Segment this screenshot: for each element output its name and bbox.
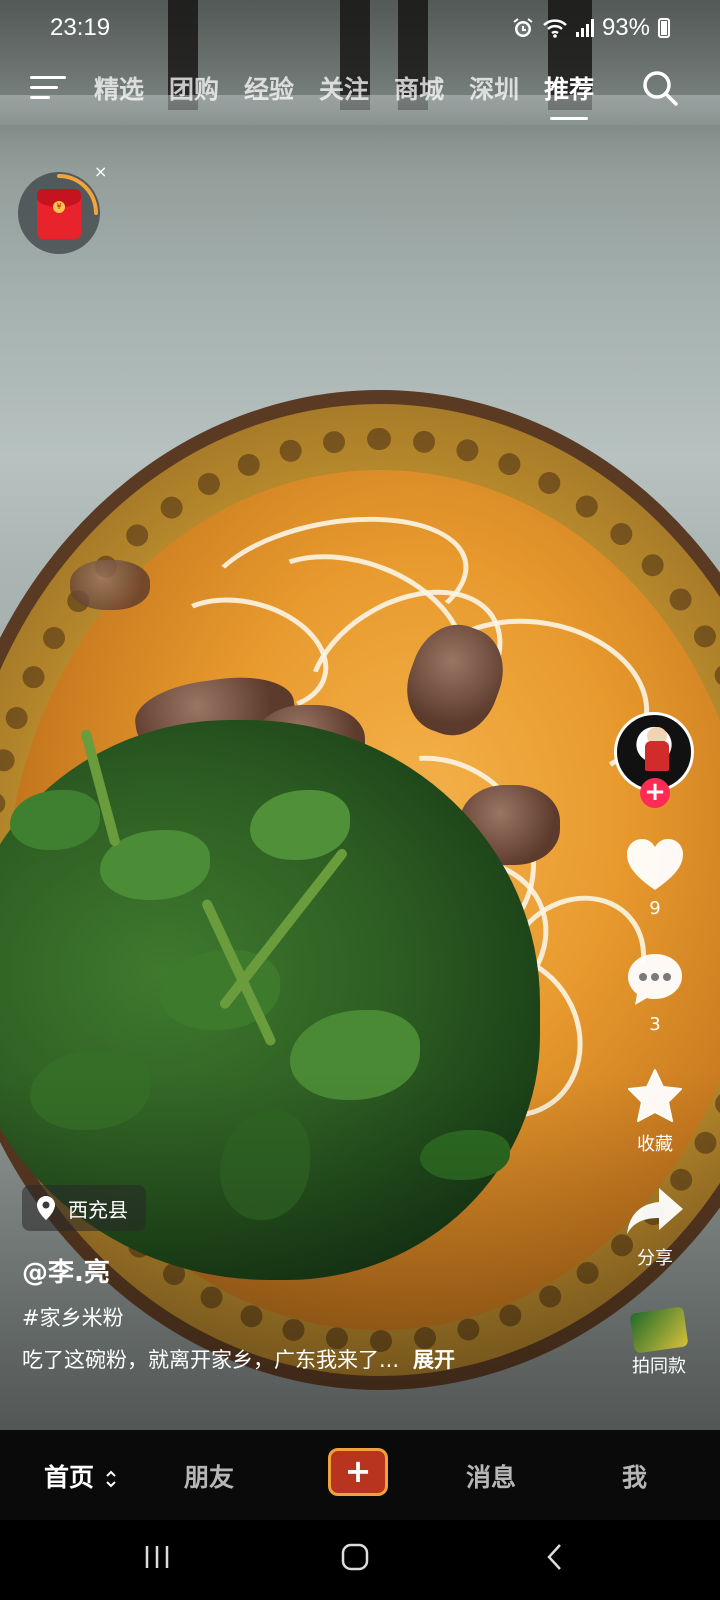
cellular-signal-icon	[575, 19, 594, 37]
status-bar: 23:19 93%	[0, 0, 720, 60]
description-text: 吃了这碗粉，就离开家乡，广东我来了...	[22, 1348, 400, 1372]
red-packet-widget[interactable]: ¥	[18, 172, 100, 254]
follow-button[interactable]: +	[640, 778, 670, 808]
back-icon[interactable]	[540, 1542, 570, 1572]
comment-count: 3	[649, 1014, 661, 1035]
location-pin-icon	[37, 1196, 55, 1220]
recent-apps-icon[interactable]	[142, 1542, 172, 1572]
system-navigation-bar	[0, 1520, 720, 1600]
hamburger-menu-icon[interactable]	[30, 72, 66, 102]
expand-link[interactable]: 展开	[413, 1348, 455, 1372]
favorite-button[interactable]: 收藏	[612, 1068, 698, 1156]
like-count: 9	[649, 898, 661, 919]
tab-group-buy[interactable]: 团购	[169, 70, 219, 106]
home-icon[interactable]	[340, 1542, 370, 1572]
tab-recommended[interactable]: 推荐	[544, 70, 594, 120]
battery-icon	[658, 18, 670, 38]
tab-home[interactable]: 首页	[44, 1458, 117, 1494]
favorite-label: 收藏	[637, 1134, 673, 1155]
tab-experience[interactable]: 经验	[244, 70, 294, 106]
shoot-same-button[interactable]: 拍同款	[624, 1306, 694, 1378]
app-screen: 23:19 93% 精选 团购 经验 关注 商城 深圳 推荐 ¥ × + 9 3…	[0, 0, 720, 1600]
alarm-icon	[513, 18, 533, 37]
heart-icon	[627, 839, 683, 890]
video-description: 吃了这碗粉，就离开家乡，广东我来了... 展开	[22, 1344, 455, 1374]
share-button[interactable]: 分享	[612, 1184, 698, 1270]
refresh-toggle-icon	[106, 1470, 116, 1488]
star-icon	[628, 1069, 682, 1122]
music-thumbnail	[629, 1306, 689, 1354]
tab-shenzhen[interactable]: 深圳	[469, 70, 519, 106]
wifi-icon	[543, 19, 567, 38]
comment-button[interactable]: 3	[612, 952, 698, 1035]
tab-messages[interactable]: 消息	[466, 1458, 516, 1494]
like-button[interactable]: 9	[612, 838, 698, 919]
status-icons: 93%	[512, 14, 670, 42]
create-button[interactable]: +	[328, 1448, 388, 1496]
location-tag[interactable]: 西充县	[22, 1185, 146, 1231]
red-envelope-icon: ¥	[37, 189, 81, 239]
location-name: 西充县	[68, 1197, 128, 1222]
red-packet-close-button[interactable]: ×	[94, 162, 107, 181]
top-nav: 精选 团购 经验 关注 商城 深圳 推荐	[0, 62, 720, 120]
feed-tabs: 精选 团购 经验 关注 商城 深圳 推荐	[94, 70, 594, 120]
status-time: 23:19	[50, 14, 111, 41]
author-name[interactable]: @李.亮	[22, 1252, 110, 1289]
tab-selected[interactable]: 精选	[94, 70, 144, 106]
bottom-tab-bar: 首页 朋友 + 消息 我	[0, 1430, 720, 1520]
tab-me[interactable]: 我	[622, 1458, 647, 1494]
share-label: 分享	[637, 1248, 673, 1269]
hashtag[interactable]: #家乡米粉	[22, 1302, 124, 1332]
battery-percent: 93%	[601, 14, 650, 41]
tab-mall[interactable]: 商城	[394, 70, 444, 106]
share-arrow-icon	[627, 1188, 683, 1234]
shoot-same-label: 拍同款	[632, 1356, 686, 1377]
tab-friends[interactable]: 朋友	[184, 1458, 234, 1494]
tab-following[interactable]: 关注	[319, 70, 369, 106]
search-icon[interactable]	[640, 68, 680, 108]
comment-icon	[628, 954, 682, 1005]
